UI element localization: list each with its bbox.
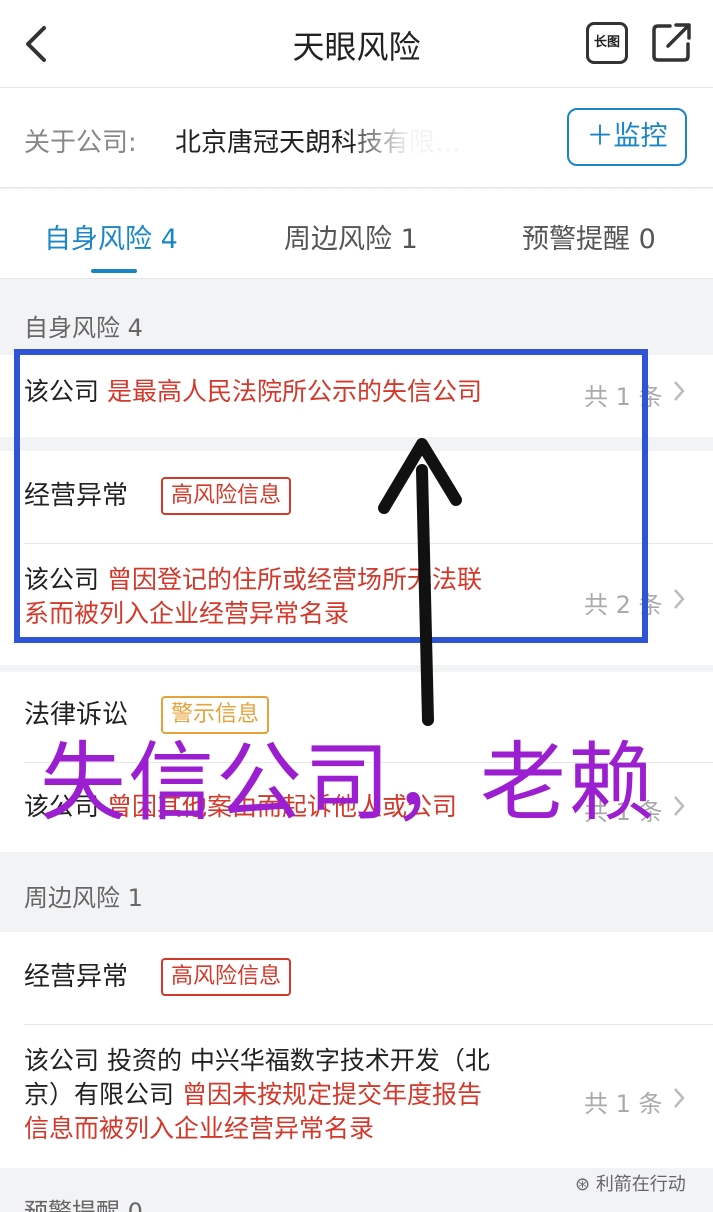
privacy-blur [355, 118, 515, 156]
top-nav-bar: 天眼风险 长图 [0, 0, 713, 88]
monitor-button[interactable]: ＋监控 [567, 108, 687, 166]
chevron-right-icon [674, 589, 685, 609]
wechat-icon: ⊛ [575, 1174, 596, 1195]
company-row: 关于公司: 北京唐冠天朗科技有限… ＋监控 [0, 88, 713, 188]
watermark: ⊛ 利箭在行动 [575, 1170, 686, 1196]
divider [24, 1024, 713, 1025]
section-header-self-risk: 自身风险 4 [24, 314, 143, 342]
item-line3-description: 信息而被列入企业经营异常名录 [24, 1114, 375, 1143]
share-icon[interactable] [650, 20, 694, 64]
long-image-icon[interactable]: 长图 [586, 22, 628, 64]
tab-surround-risk[interactable]: 周边风险 1 [284, 217, 418, 256]
high-risk-tag: 高风险信息 [161, 958, 292, 996]
watermark-text: 利箭在行动 [595, 1174, 686, 1195]
item-line2-description: 曾因未按规定提交年度报告 [181, 1080, 482, 1109]
section-header-surround-risk: 周边风险 1 [24, 884, 143, 912]
risk-group-surround-abnormal: 经营异常 高风险信息 该公司 投资的 中兴华福数字技术开发（北 京）有限公司 曾… [0, 932, 713, 1168]
category-title: 经营异常 [24, 962, 129, 992]
company-label: 关于公司: [24, 128, 137, 158]
chevron-right-icon [674, 381, 685, 401]
tab-self-risk[interactable]: 自身风险 4 [44, 217, 178, 256]
item-line2-company: 京）有限公司 [24, 1080, 175, 1109]
section-header-warning-partial: 预警提醒 0 [24, 1198, 143, 1212]
annotation-caption: 失信公司，老赖 [40, 733, 656, 833]
tab-warning[interactable]: 预警提醒 0 [522, 217, 656, 256]
risk-tabs: 自身风险 4 周边风险 1 预警提醒 0 [0, 189, 713, 279]
up-arrow-icon [378, 438, 462, 726]
highlight-box [14, 349, 648, 643]
active-tab-indicator [91, 269, 137, 273]
item-line1: 该公司 投资的 中兴华福数字技术开发（北 [24, 1046, 490, 1075]
item-count: 共 1 条 [584, 1090, 663, 1118]
chevron-right-icon [674, 796, 685, 816]
chevron-right-icon [674, 1088, 685, 1108]
